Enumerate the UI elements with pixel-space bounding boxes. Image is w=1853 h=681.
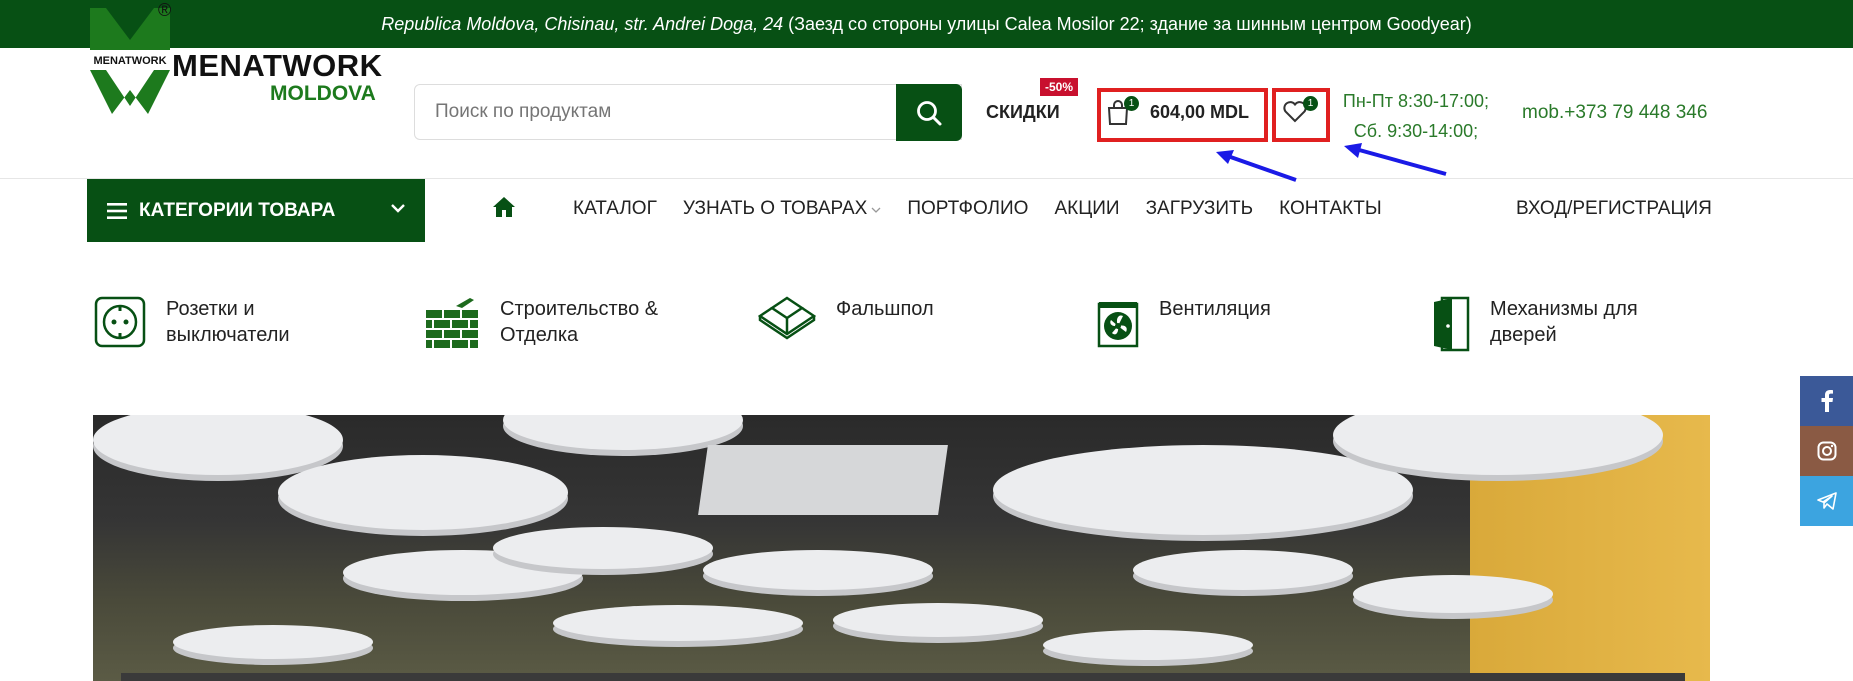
brick-wall-icon	[426, 298, 478, 348]
category-label: Вентиляция	[1159, 298, 1271, 320]
banner-disc	[833, 603, 1043, 637]
category-label: Розетки и	[166, 298, 255, 320]
registered-mark: ®	[158, 0, 172, 20]
category-label-2: выключатели	[166, 324, 290, 346]
category-item[interactable]: Вентиляция	[1097, 296, 1271, 348]
categories-label: КАТЕГОРИИ ТОВАРА	[139, 199, 336, 221]
address-note: (Заезд со стороны улицы Calea Mosilor 22…	[788, 13, 1472, 34]
banner-disc	[1043, 630, 1253, 660]
search-button[interactable]	[896, 84, 962, 141]
login-register-link[interactable]: ВХОД/РЕГИСТРАЦИЯ	[1516, 198, 1712, 220]
annotation-arrows	[1216, 143, 1447, 182]
facebook-icon	[1821, 390, 1833, 412]
category-label: Механизмы для	[1490, 298, 1638, 320]
categories-menu-button[interactable]: КАТЕГОРИИ ТОВАРА	[87, 179, 425, 242]
category-label-2: Отделка	[500, 324, 579, 346]
banner-disc	[93, 415, 343, 475]
mw-logo-icon: MENATWORK	[88, 8, 172, 114]
category-item[interactable]: Механизмы для дверей	[1432, 296, 1638, 352]
fan-icon	[1097, 302, 1139, 348]
nav-item-about-products[interactable]: УЗНАТЬ О ТОВАРАХ	[683, 198, 881, 220]
brand-name[interactable]: MENATWORK	[172, 48, 383, 84]
facebook-button[interactable]	[1800, 376, 1853, 426]
search-input[interactable]	[414, 84, 962, 140]
main-nav: КАТАЛОГ УЗНАТЬ О ТОВАРАХ ПОРТФОЛИО АКЦИИ…	[573, 198, 1408, 220]
banner-disc	[173, 625, 373, 659]
floor-tiles-icon	[758, 296, 816, 340]
working-hours: Пн-Пт 8:30-17:00; Сб. 9:30-14:00;	[1336, 86, 1496, 146]
home-icon	[493, 197, 515, 217]
category-label-2: дверей	[1490, 324, 1557, 346]
svg-text:MENATWORK: MENATWORK	[93, 55, 166, 67]
cart-total[interactable]: 604,00 MDL	[1150, 102, 1249, 123]
telegram-button[interactable]	[1800, 476, 1853, 526]
phone-link[interactable]: mob.+373 79 448 346	[1522, 102, 1707, 124]
nav-item-promotions[interactable]: АКЦИИ	[1054, 198, 1119, 220]
hamburger-icon	[107, 202, 127, 219]
nav-item-downloads[interactable]: ЗАГРУЗИТЬ	[1146, 198, 1254, 220]
category-item[interactable]: Строительство & Отделка	[426, 296, 658, 348]
nav-item-contacts[interactable]: КОНТАКТЫ	[1279, 198, 1382, 220]
hero-banner-image[interactable]	[93, 415, 1710, 681]
chevron-down-icon	[871, 207, 881, 213]
banner-disc	[703, 550, 933, 590]
banner-ac-unit	[698, 445, 948, 515]
banner-disc	[993, 445, 1413, 535]
wishlist-count-badge: 1	[1303, 96, 1318, 111]
door-icon	[1434, 296, 1470, 352]
category-label: Фальшпол	[836, 298, 934, 320]
cart-count-badge: 1	[1124, 96, 1139, 111]
discounts-link[interactable]: СКИДКИ	[986, 102, 1060, 123]
brand-subtitle: MOLDOVA	[270, 82, 376, 105]
banner-disc	[1353, 575, 1553, 613]
category-item[interactable]: Розетки и выключатели	[94, 296, 290, 348]
category-label: Строительство &	[500, 298, 659, 320]
category-strip: Розетки и выключатели Строительство & Отде…	[0, 296, 1853, 376]
nav-item-portfolio[interactable]: ПОРТФОЛИО	[907, 198, 1028, 220]
banner-disc	[493, 527, 713, 569]
home-button[interactable]	[492, 196, 516, 223]
banner-caption-bar	[121, 673, 1685, 681]
instagram-button[interactable]	[1800, 426, 1853, 476]
hours-weekdays: Пн-Пт 8:30-17:00;	[1342, 91, 1490, 111]
address-italic: Republica Moldova, Chisinau, str. Andrei…	[381, 13, 784, 34]
sale-badge: -50%	[1040, 78, 1079, 96]
search-icon	[917, 100, 942, 125]
nav-item-catalog[interactable]: КАТАЛОГ	[573, 198, 657, 220]
socket-icon	[94, 296, 146, 348]
banner-disc	[553, 605, 803, 641]
instagram-icon	[1817, 441, 1836, 461]
telegram-icon	[1816, 492, 1837, 510]
chevron-down-icon	[391, 204, 405, 213]
category-item[interactable]: Фальшпол	[758, 296, 934, 342]
banner-disc	[1133, 550, 1353, 590]
banner-disc	[278, 455, 568, 530]
